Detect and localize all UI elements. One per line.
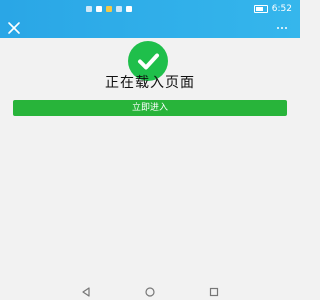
battery-icon [253,5,268,13]
status-right: 6:52 [253,3,292,15]
back-button[interactable] [80,283,92,297]
more-dot-3 [285,27,287,29]
status-bar: 6:52 [0,0,300,18]
recents-button[interactable] [208,283,220,297]
close-button[interactable] [6,20,22,36]
square-recents-icon [209,287,219,297]
screen: 6:52 正在载入页面 立即进入 [0,0,300,300]
nav-bar [0,18,300,38]
app-notification-icon [106,6,112,12]
clock-text: 6:52 [271,4,292,14]
more-button[interactable] [272,20,292,36]
more-dot-1 [277,27,279,29]
close-icon [8,22,20,34]
system-navigation-bar [0,278,300,300]
main-content: 正在载入页面 立即进入 [0,38,300,278]
triangle-back-icon [82,287,90,297]
page-title: 正在载入页面 [105,75,195,91]
signal-icon [86,6,92,12]
notification-icon-2 [116,6,122,12]
status-icons [86,4,132,14]
circle-home-icon [145,287,155,297]
more-dot-2 [281,27,283,29]
home-button[interactable] [144,283,156,297]
notification-icon [96,6,102,12]
notification-icon-3 [126,6,132,12]
enter-now-button[interactable]: 立即进入 [13,100,287,116]
